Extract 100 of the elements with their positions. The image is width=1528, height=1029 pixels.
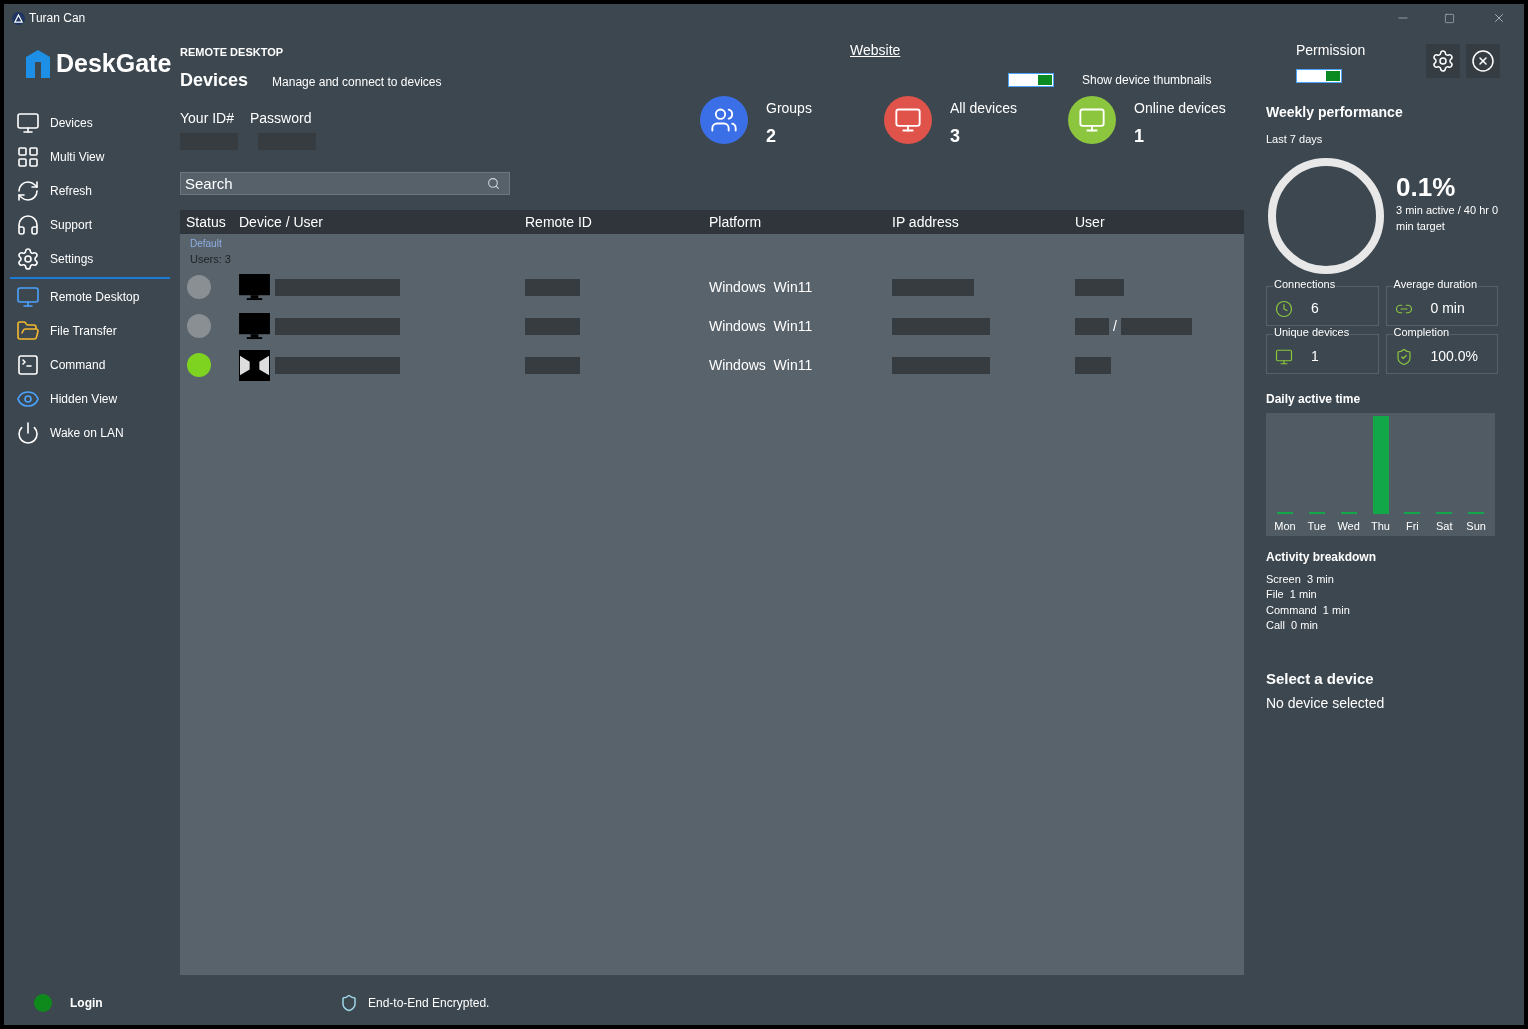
redaction-bar [1075,278,1124,296]
redaction-bar [525,317,580,335]
toggle-switch[interactable] [1296,69,1342,83]
terminal-icon [16,353,40,377]
day-label: Fri [1405,519,1419,534]
monitor-icon [894,106,922,134]
breakdown-item: Call 0 min [1266,618,1319,633]
column-header[interactable]: Device / User [239,213,324,230]
platform-cell: Windows Win11 [709,318,813,334]
redaction-bar [1075,317,1109,335]
id-label: Your ID# [180,109,234,128]
column-header[interactable]: User [1075,213,1105,230]
page-title: Devices [180,68,249,92]
selection-status: No device selected [1266,694,1386,713]
sidebar-item[interactable]: Refresh [4,174,176,208]
section-title: Select a device [1266,668,1375,689]
column-header[interactable]: Platform [709,213,762,230]
stat-label: Groups [766,99,812,118]
headset-icon [16,213,40,237]
percent-detail: 3 min active / 40 hr 0 min target [1396,202,1500,234]
tile-value: 1 [1311,347,1319,366]
sidebar-item[interactable]: Command [4,348,176,382]
power-icon [16,421,40,445]
page-subtitle: Manage and connect to devices [272,73,442,91]
redaction-bar [1120,317,1192,335]
window-title: Turan Can [29,10,86,27]
shield-check-icon [1394,347,1413,366]
tile-label: Connections [1273,278,1337,290]
settings-button[interactable] [1426,44,1460,78]
stat-label: All devices [950,99,1017,118]
settings-icon [1431,49,1455,73]
day-label: Sat [1435,519,1453,534]
sidebar-item[interactable]: Multi View [4,140,176,174]
permission-label: Permission [1296,41,1367,60]
folder-icon [16,319,40,343]
table-row[interactable]: Windows Win11 / [180,306,1244,346]
tile-value: 100.0% [1430,347,1478,366]
monitor-icon [16,285,40,309]
shield-icon [340,994,358,1012]
period-label: Last 7 days [1266,132,1324,147]
toggle-label: Show device thumbnails [1082,72,1212,89]
sidebar-item[interactable]: Devices [4,106,176,140]
day-label: Mon [1274,519,1296,534]
monitor-icon [16,111,40,135]
stat-value: 2 [766,125,777,148]
breakdown-item: Command 1 min [1266,602,1351,618]
panel-title: Weekly performance [1266,103,1404,122]
grid-icon [16,145,40,169]
stat-value: 3 [950,125,961,148]
breakdown-item: File 1 min [1266,587,1318,602]
column-header[interactable]: IP address [892,213,959,230]
sidebar-item[interactable]: Hidden View [4,382,176,416]
sidebar-item[interactable]: Support [4,208,176,242]
tile-value: 0 min [1430,299,1465,318]
people-icon [710,106,738,134]
tile-label: Average duration [1392,278,1479,290]
redaction-bar [1075,356,1111,374]
chart-title: Daily active time [1266,390,1362,408]
password-label: Password [249,109,312,128]
stat-value: 1 [1134,125,1145,148]
close-icon [1471,49,1495,73]
close-icon[interactable] [1492,11,1506,25]
column-header[interactable]: Remote ID [525,213,592,230]
login-button[interactable]: Login [70,994,103,1012]
monitor-icon [1275,347,1293,366]
sidebar-item[interactable]: Settings [4,242,176,276]
table-row[interactable]: Windows Win11 [180,345,1244,385]
column-header[interactable]: Status [186,213,226,230]
stat-label: Online devices [1134,99,1226,118]
day-label: Tue [1307,519,1327,534]
website-link[interactable]: Website [850,40,1212,61]
sidebar-item[interactable]: File Transfer [4,314,176,348]
app-icon [12,11,25,25]
encryption-status: End-to-End Encrypted. [368,995,490,1012]
tile-label: Unique devices [1273,326,1351,338]
breakdown-item: Screen 3 min [1266,571,1335,587]
sidebar-item[interactable]: Remote Desktop [4,280,176,314]
section-label: REMOTE DESKTOP [180,45,285,60]
close-button[interactable] [1466,44,1500,78]
settings-icon [16,247,40,271]
search-icon [487,177,500,190]
section-title: Activity breakdown [1266,548,1378,566]
sidebar-item[interactable]: Wake on LAN [4,416,176,450]
day-label: Thu [1371,519,1390,534]
day-label: Wed [1337,519,1360,534]
day-label: Sun [1466,519,1486,534]
percent-value: 0.1% [1396,173,1457,200]
table-row[interactable]: Windows Win11 [180,267,1244,307]
refresh-icon [16,179,40,203]
group-count: Users: 3 [190,252,232,267]
tile-label: Completion [1392,326,1451,338]
tile-value: 6 [1311,299,1319,318]
redaction-bar [525,356,580,374]
search-field[interactable]: Search [180,172,510,195]
maximize-icon[interactable] [1444,12,1455,24]
brand-name: DeskGate [56,48,172,80]
monitor-icon [1078,106,1106,134]
platform-cell: Windows Win11 [709,357,813,373]
toggle-switch[interactable] [1008,73,1054,87]
clock-icon [1275,299,1293,318]
